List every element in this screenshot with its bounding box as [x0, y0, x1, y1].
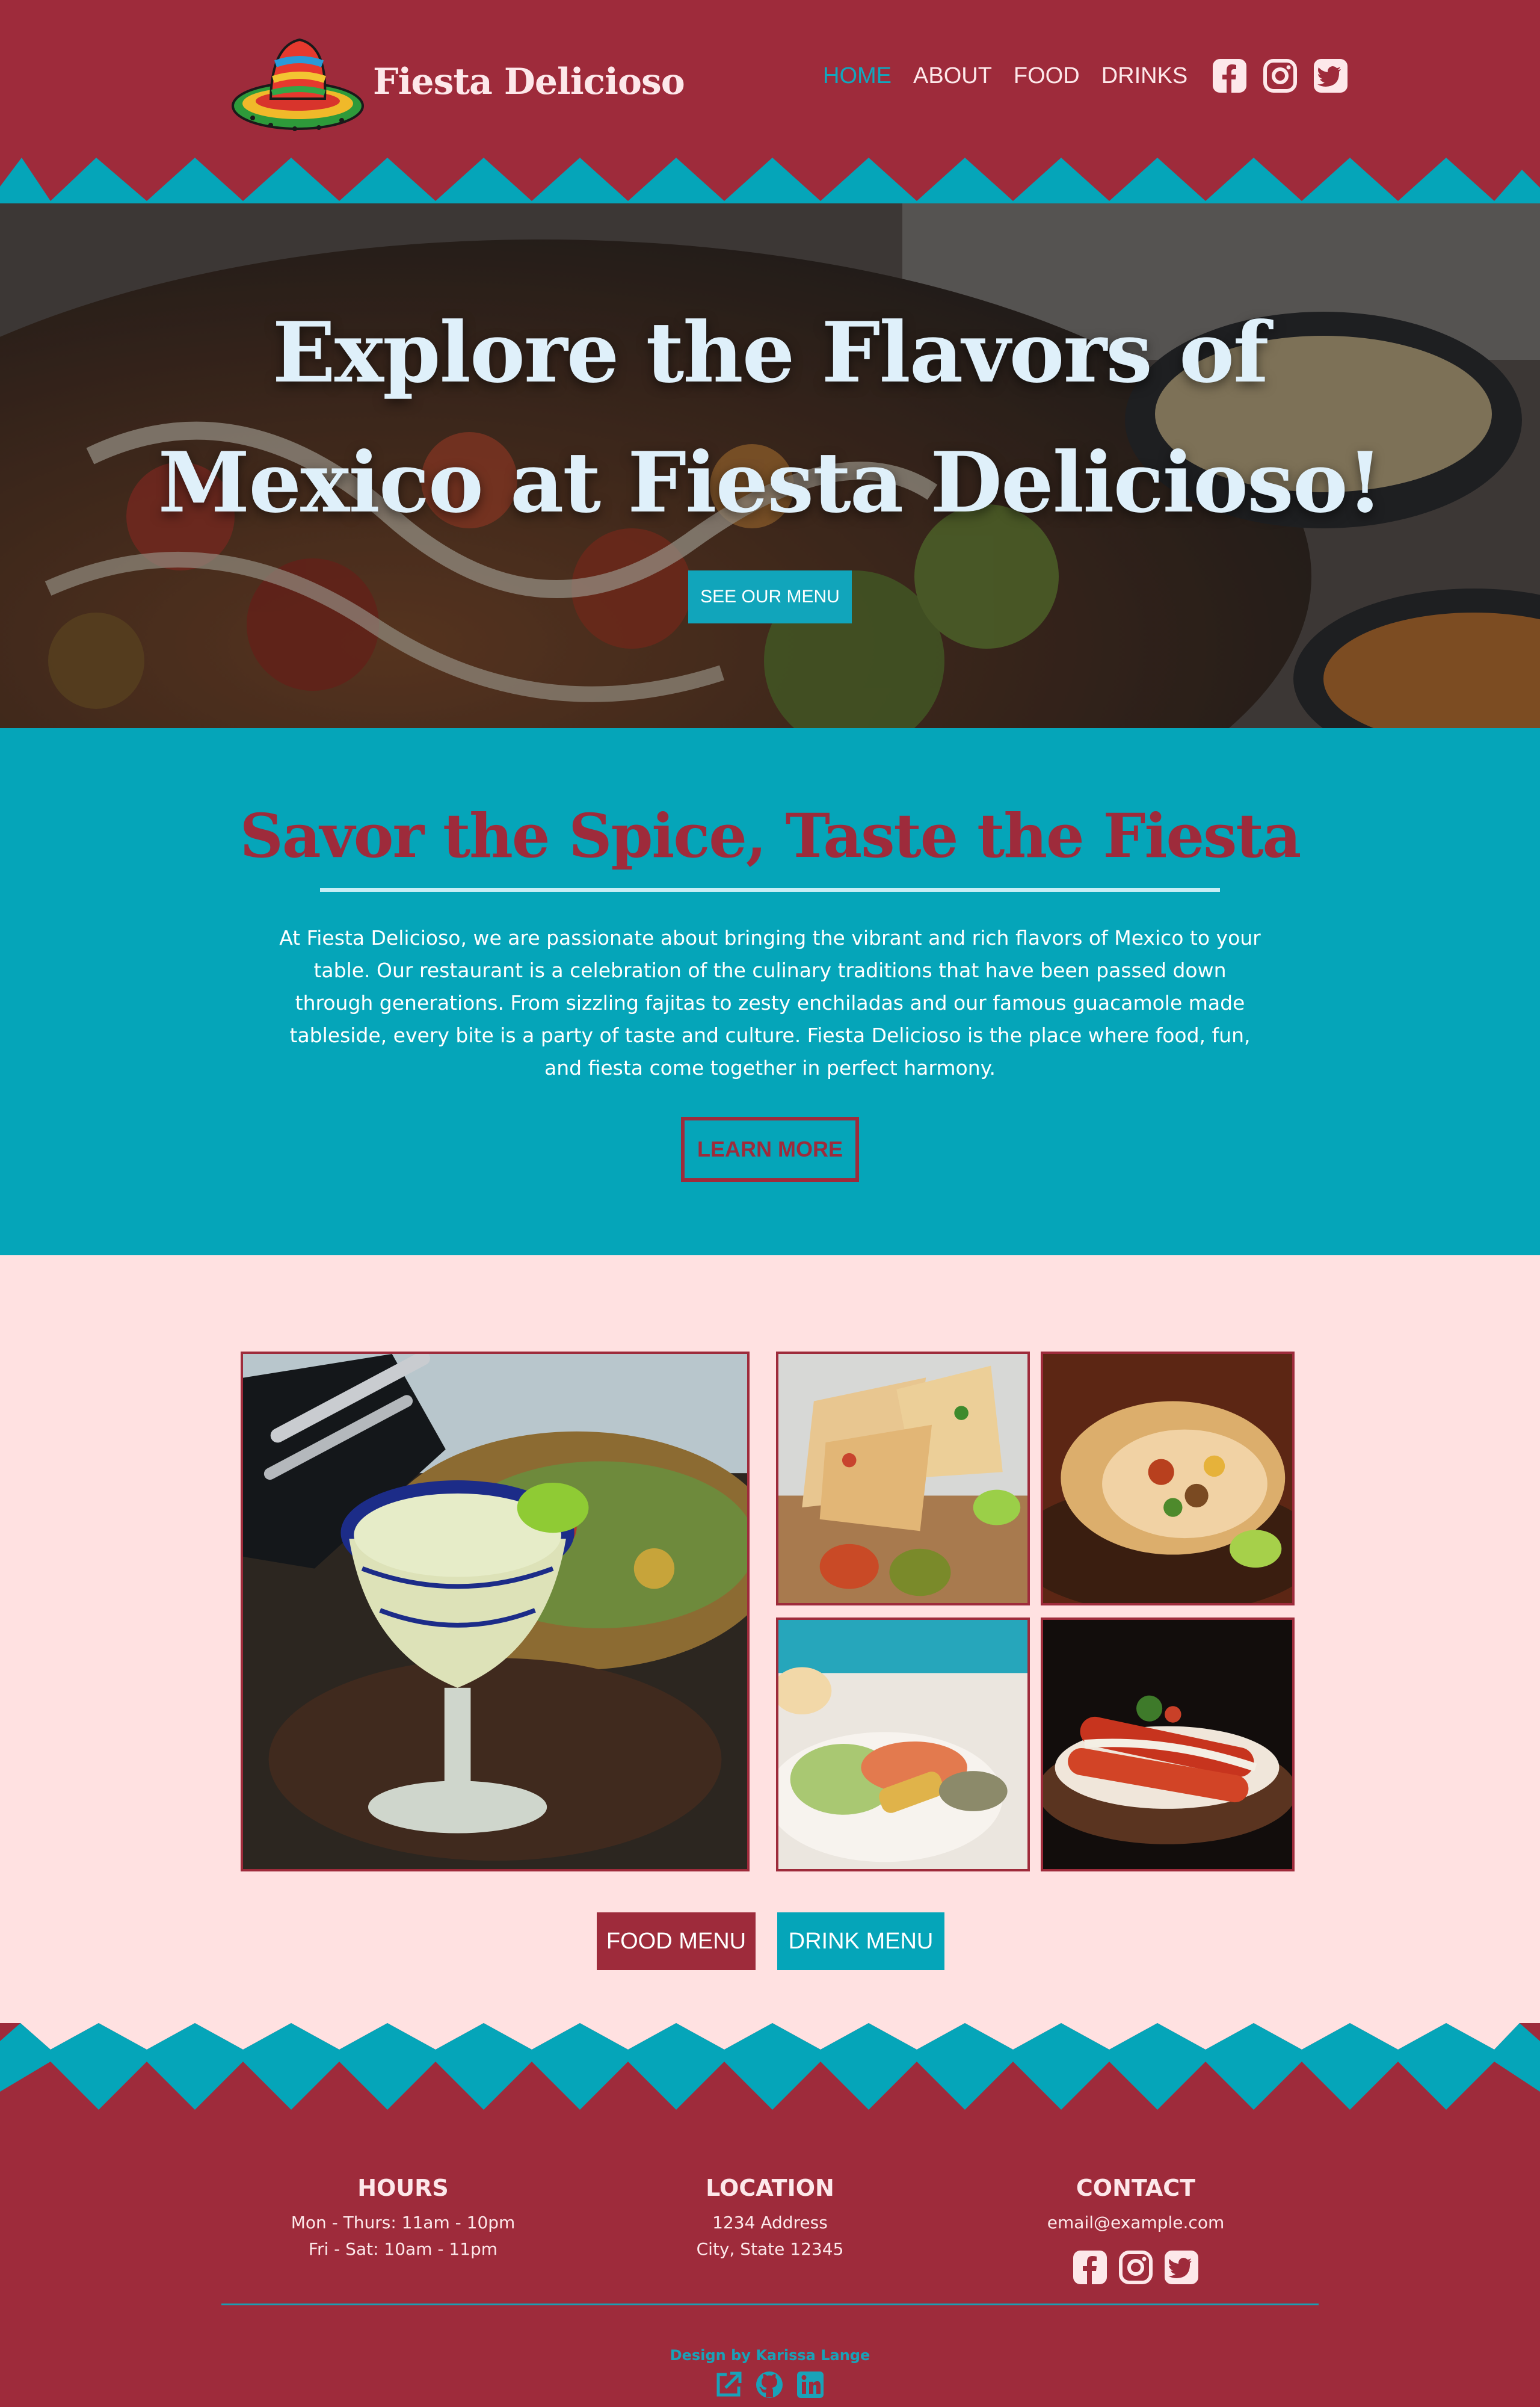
- footer-social-links: [955, 2249, 1316, 2285]
- nav-about[interactable]: ABOUT: [913, 63, 992, 89]
- contact-heading: CONTACT: [1076, 2175, 1196, 2201]
- facebook-icon[interactable]: [1212, 58, 1248, 94]
- footer-zigzag-divider: [0, 2019, 1540, 2118]
- site-footer: HOURS Mon - Thurs: 11am - 10pm Fri - Sat…: [0, 2117, 1540, 2407]
- logo[interactable]: Fiesta Delicioso: [229, 22, 685, 142]
- gallery-section: FOOD MENU DRINK MENU: [0, 1255, 1540, 2025]
- hours-weekend: Fri - Sat: 10am - 11pm: [308, 2239, 498, 2259]
- city-state-line: City, State 12345: [696, 2239, 844, 2259]
- about-title-underline: [320, 888, 1220, 892]
- see-our-menu-button[interactable]: SEE OUR MENU: [688, 570, 852, 623]
- hours-weekday: Mon - Thurs: 11am - 10pm: [291, 2213, 516, 2232]
- twitter-icon[interactable]: [1313, 58, 1349, 94]
- design-credit: Design by Karissa Lange: [670, 2347, 870, 2364]
- enchiladas-photo: [1041, 1618, 1295, 1871]
- site-header: Fiesta Delicioso HOME ABOUT FOOD DRINKS: [0, 0, 1540, 205]
- footer-divider: [221, 2303, 1319, 2305]
- contact-email[interactable]: email@example.com: [955, 2210, 1316, 2236]
- instagram-icon[interactable]: [1118, 2249, 1154, 2285]
- zigzag-divider: [0, 158, 1540, 205]
- nav-drinks[interactable]: DRINKS: [1101, 63, 1188, 89]
- about-text: At Fiesta Delicioso, we are passionate a…: [279, 926, 1261, 1080]
- nav-food[interactable]: FOOD: [1014, 63, 1080, 89]
- hours-heading: HOURS: [357, 2175, 449, 2201]
- quesadilla-photo: [776, 1352, 1030, 1605]
- brand-name: Fiesta Delicioso: [373, 61, 685, 103]
- github-icon[interactable]: [754, 2370, 784, 2400]
- footer-contact: CONTACT email@example.com: [955, 2175, 1316, 2285]
- location-heading: LOCATION: [706, 2175, 834, 2201]
- drink-menu-button[interactable]: DRINK MENU: [777, 1912, 944, 1970]
- learn-more-button[interactable]: LEARN MORE: [681, 1117, 859, 1182]
- food-menu-button[interactable]: FOOD MENU: [597, 1912, 756, 1970]
- about-title: Savor the Spice, Taste the Fiesta: [239, 800, 1302, 871]
- footer-location: LOCATION 1234 Address City, State 12345: [590, 2175, 950, 2263]
- instagram-icon[interactable]: [1262, 58, 1298, 94]
- nav-home[interactable]: HOME: [823, 63, 892, 89]
- margarita-photo: [241, 1352, 750, 1871]
- about-section: Savor the Spice, Taste the Fiesta At Fie…: [0, 728, 1540, 1255]
- hero-title-line2: Mexico at Fiesta Delicioso!: [158, 433, 1384, 531]
- sombrero-logo-icon: [232, 38, 364, 131]
- burrito-photo: [1041, 1352, 1295, 1605]
- header-social-links: [1212, 58, 1363, 94]
- main-nav: HOME ABOUT FOOD DRINKS: [823, 58, 1363, 94]
- hero-title: Explore the Flavors of Mexico at Fiesta …: [0, 288, 1540, 548]
- credit-links: [713, 2370, 836, 2400]
- tacos-photo: [776, 1618, 1030, 1871]
- address-line: 1234 Address: [712, 2213, 828, 2232]
- facebook-icon[interactable]: [1072, 2249, 1108, 2285]
- external-link-icon[interactable]: [713, 2370, 744, 2400]
- hero-banner: Explore the Flavors of Mexico at Fiesta …: [0, 203, 1540, 728]
- footer-hours: HOURS Mon - Thurs: 11am - 10pm Fri - Sat…: [223, 2175, 584, 2263]
- hero-title-line1: Explore the Flavors of: [272, 303, 1269, 401]
- linkedin-icon[interactable]: [795, 2370, 825, 2400]
- twitter-icon[interactable]: [1163, 2249, 1200, 2285]
